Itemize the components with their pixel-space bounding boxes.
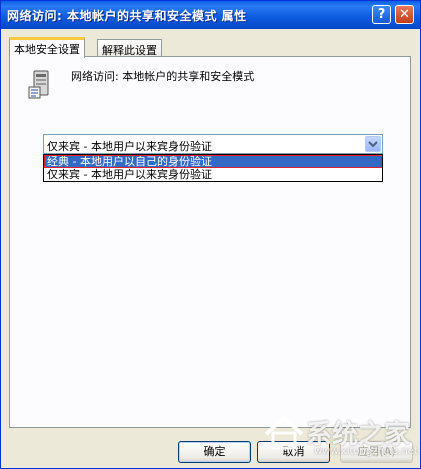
- policy-title: 网络访问: 本地帐户的共享和安全模式: [71, 70, 255, 83]
- tab-explain-setting[interactable]: 解释此设置: [97, 39, 162, 57]
- window-title: 网络访问: 本地帐户的共享和安全模式 属性: [7, 9, 247, 23]
- option-classic[interactable]: 经典 - 本地用户以自己的身份验证: [44, 155, 382, 168]
- ok-button[interactable]: 确定: [178, 441, 251, 463]
- apply-button[interactable]: 应用(A): [340, 441, 413, 463]
- close-button[interactable]: ✕: [395, 5, 414, 24]
- option-guest-only[interactable]: 仅来宾 - 本地用户以来宾身份验证: [44, 168, 382, 181]
- tab-panel: 网络访问: 本地帐户的共享和安全模式 仅来宾 - 本地用户以来宾身份验证 经典 …: [9, 56, 411, 428]
- cancel-button[interactable]: 取消: [257, 441, 330, 463]
- sharing-model-select[interactable]: 仅来宾 - 本地用户以来宾身份验证: [43, 134, 383, 154]
- close-icon: ✕: [399, 7, 410, 22]
- chevron-down-icon: [368, 141, 378, 148]
- tab-label: 本地安全设置: [14, 43, 80, 56]
- help-icon: ?: [377, 7, 386, 22]
- select-value: 仅来宾 - 本地用户以来宾身份验证: [47, 140, 212, 153]
- properties-dialog: 网络访问: 本地帐户的共享和安全模式 属性 ? ✕ 本地安全设置 解释此设置 网…: [0, 0, 421, 469]
- help-button[interactable]: ?: [372, 5, 391, 24]
- policy-server-icon: [28, 70, 49, 99]
- dropdown-arrow-button[interactable]: [365, 136, 381, 152]
- dropdown-list: 经典 - 本地用户以自己的身份验证 仅来宾 - 本地用户以来宾身份验证: [43, 154, 383, 182]
- tab-local-security-setting[interactable]: 本地安全设置: [9, 37, 85, 58]
- title-bar[interactable]: 网络访问: 本地帐户的共享和安全模式 属性 ? ✕: [1, 1, 420, 29]
